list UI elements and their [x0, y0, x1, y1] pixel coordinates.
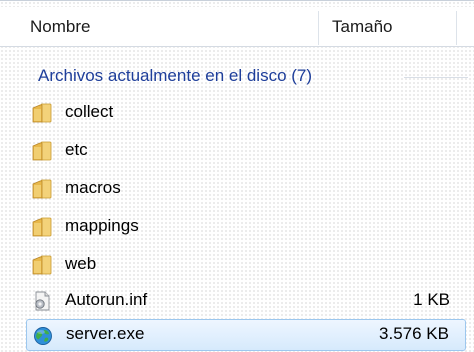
column-header-name[interactable]: Nombre [30, 17, 90, 37]
column-divider[interactable] [456, 11, 457, 45]
file-name: server.exe [66, 324, 145, 343]
file-list-pane: Nombre Tamaño Archivos actualmente en el… [0, 0, 474, 352]
file-size: 3.576 KB [379, 324, 449, 343]
folder-icon [32, 179, 52, 199]
list-item-selected[interactable]: server.exe 3.576 KB [26, 319, 466, 351]
list-item[interactable]: macros [26, 173, 466, 205]
file-name: Autorun.inf [65, 290, 148, 309]
file-size: 1 KB [413, 290, 450, 309]
settings-file-icon [32, 291, 52, 311]
group-separator-line [404, 77, 468, 78]
file-name: etc [65, 140, 88, 159]
folder-icon [32, 141, 52, 161]
file-name: web [65, 254, 97, 273]
column-divider[interactable] [318, 11, 319, 45]
group-heading[interactable]: Archivos actualmente en el disco (7) [38, 66, 312, 86]
column-header: Nombre Tamaño [0, 7, 474, 47]
list-item[interactable]: collect [26, 97, 466, 129]
list-item[interactable]: web [26, 249, 466, 281]
list-item[interactable]: Autorun.inf 1 KB [26, 285, 466, 317]
globe-exe-icon [33, 326, 53, 346]
list-item[interactable]: etc [26, 135, 466, 167]
folder-icon [32, 255, 52, 275]
folder-icon [32, 217, 52, 237]
folder-icon [32, 103, 52, 123]
file-name: collect [65, 102, 114, 121]
list-item[interactable]: mappings [26, 211, 466, 243]
file-name: macros [65, 178, 121, 197]
file-name: mappings [65, 216, 139, 235]
column-header-size[interactable]: Tamaño [332, 17, 392, 37]
